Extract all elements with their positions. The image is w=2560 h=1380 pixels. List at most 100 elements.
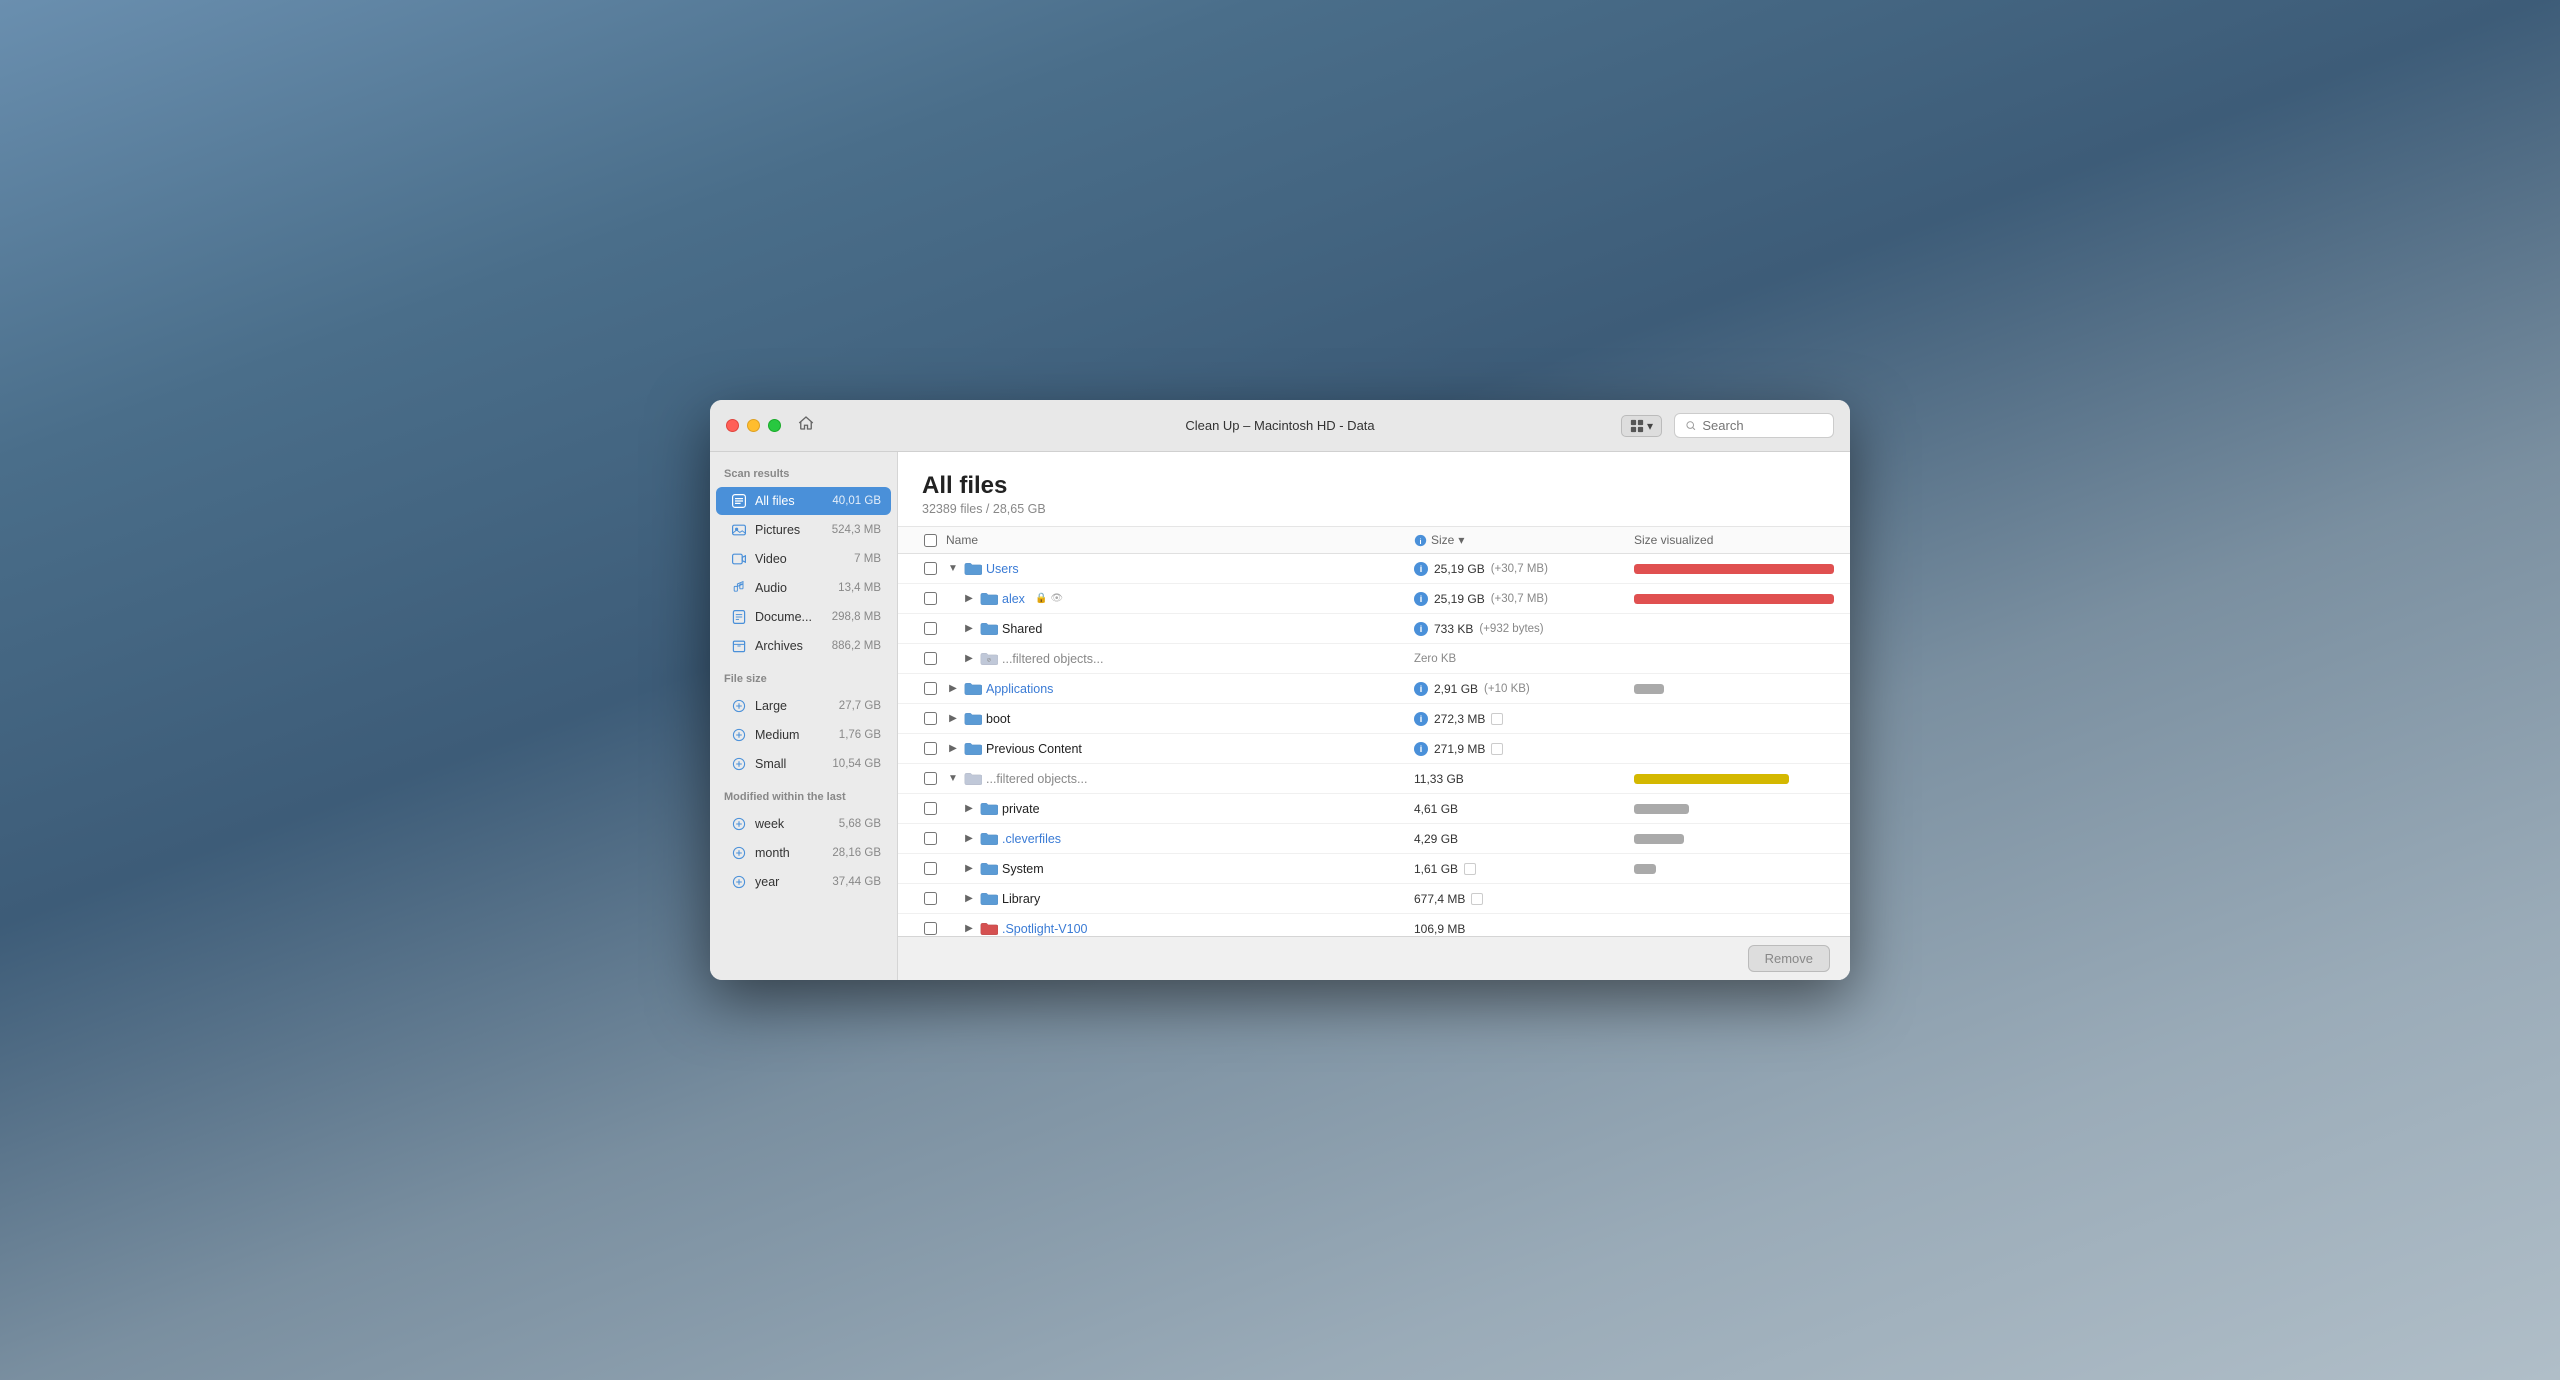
- home-icon[interactable]: [797, 414, 815, 437]
- row-bar-private: [1634, 804, 1834, 814]
- table-row: ▶ Previous Content i 271,9 MB: [898, 734, 1850, 764]
- size-extra-applications: (+10 KB): [1484, 683, 1530, 695]
- small-check-library: [1471, 893, 1483, 905]
- row-checkbox-system[interactable]: [924, 862, 937, 875]
- row-checkbox-cleverfiles[interactable]: [924, 832, 937, 845]
- row-bar-alex: [1634, 594, 1834, 604]
- sidebar-item-small[interactable]: Small 10,54 GB: [716, 750, 891, 778]
- expand-alex[interactable]: ▶: [962, 592, 976, 606]
- table-row: ▶ System 1,61 GB: [898, 854, 1850, 884]
- header-checkbox-cell: [914, 534, 946, 547]
- search-input[interactable]: [1702, 418, 1823, 433]
- sidebar-item-week[interactable]: week 5,68 GB: [716, 810, 891, 838]
- expand-filtered2[interactable]: ▼: [946, 772, 960, 786]
- view-button[interactable]: ▾: [1621, 415, 1662, 437]
- expand-filtered1[interactable]: ▶: [962, 652, 976, 666]
- expand-private[interactable]: ▶: [962, 802, 976, 816]
- folder-icon-shared: [980, 622, 998, 636]
- remove-button[interactable]: Remove: [1748, 945, 1830, 972]
- sidebar-item-medium-label: Medium: [755, 728, 799, 742]
- small-check-previous-content: [1491, 743, 1503, 755]
- row-checkbox-boot[interactable]: [924, 712, 937, 725]
- sidebar-item-archives[interactable]: Archives 886,2 MB: [716, 632, 891, 660]
- expand-spotlight[interactable]: ▶: [962, 922, 976, 936]
- expand-previous-content[interactable]: ▶: [946, 742, 960, 756]
- sidebar-item-medium[interactable]: Medium 1,76 GB: [716, 721, 891, 749]
- row-name-previous-content: ▶ Previous Content: [946, 742, 1414, 756]
- sidebar-item-audio[interactable]: Audio 13,4 MB: [716, 574, 891, 602]
- sidebar-item-documents[interactable]: Docume... 298,8 MB: [716, 603, 891, 631]
- column-size[interactable]: i Size ▾: [1414, 533, 1634, 547]
- year-icon: [730, 873, 748, 891]
- row-checkbox-library[interactable]: [924, 892, 937, 905]
- row-name-text-filtered2: ...filtered objects...: [986, 772, 1087, 786]
- row-checkbox-cell: [914, 682, 946, 695]
- table-row: ▼ Users i 25,19 GB (+30,7 MB): [898, 554, 1850, 584]
- bar-track-cleverfiles: [1634, 834, 1684, 844]
- size-extra-shared: (+932 bytes): [1479, 623, 1543, 635]
- row-size-applications: i 2,91 GB (+10 KB): [1414, 682, 1634, 696]
- expand-boot[interactable]: ▶: [946, 712, 960, 726]
- documents-icon: [730, 608, 748, 626]
- row-checkbox-spotlight[interactable]: [924, 922, 937, 935]
- sidebar-item-large[interactable]: Large 27,7 GB: [716, 692, 891, 720]
- sidebar-item-month[interactable]: month 28,16 GB: [716, 839, 891, 867]
- sidebar-item-medium-size: 1,76 GB: [839, 729, 881, 741]
- row-checkbox-previous-content[interactable]: [924, 742, 937, 755]
- row-checkbox-applications[interactable]: [924, 682, 937, 695]
- bar-fill-system: [1634, 864, 1656, 874]
- expand-cleverfiles[interactable]: ▶: [962, 832, 976, 846]
- bar-fill-filtered2: [1634, 774, 1789, 784]
- row-checkbox-alex[interactable]: [924, 592, 937, 605]
- sidebar-item-all-files[interactable]: All files 40,01 GB: [716, 487, 891, 515]
- table-row: ▶ alex 🔒 👁 i 25,19 GB (+30,7 MB): [898, 584, 1850, 614]
- sidebar-item-documents-size: 298,8 MB: [832, 611, 881, 623]
- row-checkbox-cell: [914, 712, 946, 725]
- sidebar-item-video[interactable]: Video 7 MB: [716, 545, 891, 573]
- expand-applications[interactable]: ▶: [946, 682, 960, 696]
- sidebar-item-month-size: 28,16 GB: [832, 847, 881, 859]
- bar-fill-alex: [1634, 594, 1834, 604]
- row-name-text-users: Users: [986, 562, 1019, 576]
- sidebar-item-large-size: 27,7 GB: [839, 700, 881, 712]
- row-name-text-private: private: [1002, 802, 1040, 816]
- minimize-button[interactable]: [747, 419, 760, 432]
- expand-shared[interactable]: ▶: [962, 622, 976, 636]
- sidebar-item-pictures[interactable]: Pictures 524,3 MB: [716, 516, 891, 544]
- sidebar-item-large-label: Large: [755, 699, 787, 713]
- lock-icon: 🔒: [1035, 593, 1047, 604]
- row-checkbox-shared[interactable]: [924, 622, 937, 635]
- row-name-text-alex: alex: [1002, 592, 1025, 606]
- folder-icon-applications: [964, 682, 982, 696]
- size-value-shared: 733 KB: [1434, 622, 1473, 636]
- maximize-button[interactable]: [768, 419, 781, 432]
- video-icon: [730, 550, 748, 568]
- info-icon-applications: i: [1414, 682, 1428, 696]
- expand-library[interactable]: ▶: [962, 892, 976, 906]
- row-size-system: 1,61 GB: [1414, 862, 1634, 876]
- expand-users[interactable]: ▼: [946, 562, 960, 576]
- sidebar-item-audio-size: 13,4 MB: [838, 582, 881, 594]
- header-checkbox[interactable]: [924, 534, 937, 547]
- row-name-filtered1: ▶ ⊘ ...filtered objects...: [946, 652, 1414, 666]
- folder-icon-spotlight: [980, 922, 998, 936]
- expand-system[interactable]: ▶: [962, 862, 976, 876]
- row-checkbox-private[interactable]: [924, 802, 937, 815]
- sidebar-item-archives-label: Archives: [755, 639, 803, 653]
- row-checkbox-filtered1[interactable]: [924, 652, 937, 665]
- search-box[interactable]: [1674, 413, 1834, 438]
- row-checkbox-cell: [914, 622, 946, 635]
- chevron-down-icon: ▾: [1647, 419, 1653, 433]
- info-icon-users: i: [1414, 562, 1428, 576]
- info-icon-shared: i: [1414, 622, 1428, 636]
- close-button[interactable]: [726, 419, 739, 432]
- sidebar-item-audio-label: Audio: [755, 581, 787, 595]
- row-name-text-cleverfiles: .cleverfiles: [1002, 832, 1061, 846]
- folder-icon-library: [980, 892, 998, 906]
- table-row: ▶ Applications i 2,91 GB (+10 KB): [898, 674, 1850, 704]
- sidebar-item-year[interactable]: year 37,44 GB: [716, 868, 891, 896]
- row-checkbox-filtered2[interactable]: [924, 772, 937, 785]
- file-size-label: File size: [710, 673, 897, 691]
- row-checkbox-users[interactable]: [924, 562, 937, 575]
- row-bar-cleverfiles: [1634, 834, 1834, 844]
